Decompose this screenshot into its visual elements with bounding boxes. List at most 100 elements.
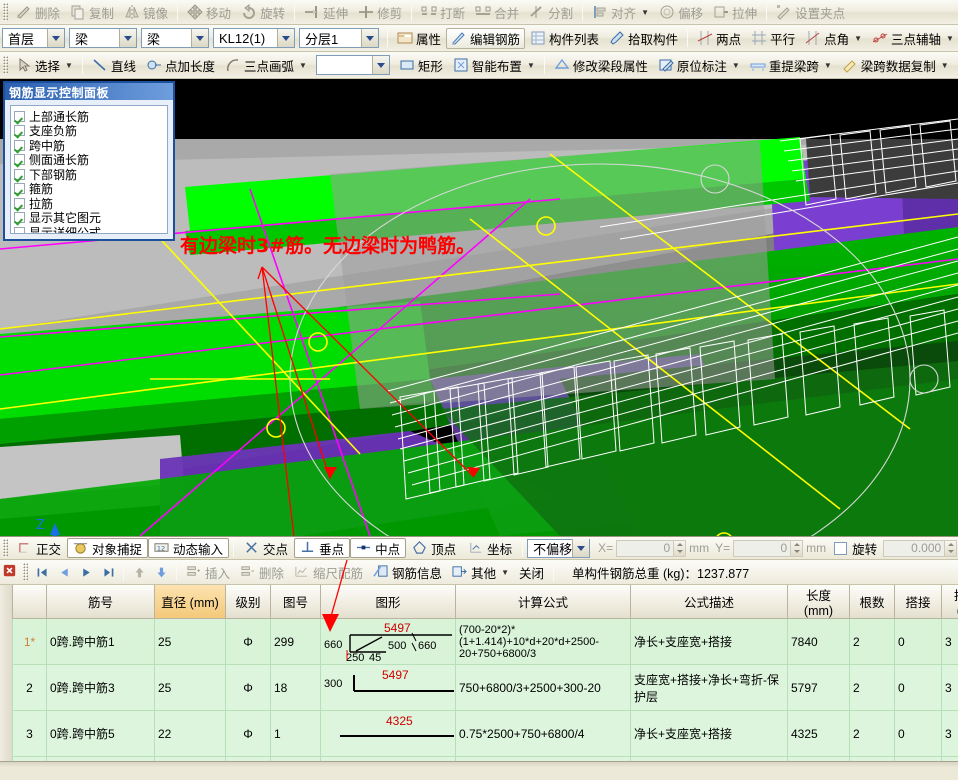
cell-formula[interactable]: 750+6800/3+2500+300-20 — [455, 664, 631, 711]
cell-shape-code[interactable]: 1 — [270, 710, 321, 757]
toolbar-button-rotate[interactable]: 旋转 — [236, 2, 290, 23]
rebar-grid-toolbar[interactable]: 插入 删除 缩尺配筋 钢筋信息 其他 ▼ 关闭 单构件钢筋总重 (kg)：123… — [0, 560, 958, 585]
next-record-button[interactable] — [75, 562, 97, 582]
toolbar-button-set-grip[interactable]: 设置夹点 — [771, 2, 850, 23]
chevron-down-icon[interactable] — [371, 56, 389, 74]
toolbar-button-break[interactable]: 打断 — [416, 2, 470, 23]
grid-button-rebar-info[interactable]: 钢筋信息 — [368, 562, 447, 583]
chevron-down-icon[interactable] — [191, 29, 208, 47]
cell-shape-code[interactable]: 18 — [270, 664, 321, 711]
last-record-button[interactable] — [97, 562, 119, 582]
checkbox-checked-icon[interactable] — [14, 110, 25, 122]
toolbar-button-rectangle[interactable]: 矩形 — [394, 55, 448, 76]
checkbox-item-show-detailed-formula[interactable]: 显示详细公式 — [14, 225, 167, 233]
row-index[interactable]: 1* — [12, 618, 47, 665]
cell-description[interactable]: 净长+支座宽+搭接 — [630, 618, 788, 665]
checkbox-checked-icon[interactable] — [14, 139, 25, 151]
cell-rebar-name[interactable]: 0跨.跨中筋1 — [46, 618, 155, 665]
toolbar-button-line[interactable]: 直线 — [87, 55, 141, 76]
prev-record-button[interactable] — [53, 562, 75, 582]
cell-loss[interactable]: 3 — [941, 618, 958, 665]
cell-diameter[interactable]: 25 — [154, 664, 226, 711]
snap-toggle-perpendicular[interactable]: 垂点 — [294, 538, 351, 558]
grid-button-scaled-rebar[interactable]: 缩尺配筋 — [289, 562, 368, 583]
cell-formula[interactable]: 0.75*2500+750+6800/4 — [455, 710, 631, 757]
gridbar-grip[interactable] — [23, 563, 28, 581]
cell-grade[interactable]: Φ — [225, 664, 271, 711]
cell-length[interactable]: 5797 — [787, 664, 850, 711]
chevron-down-icon[interactable]: ▼ — [641, 8, 649, 17]
cell-description[interactable]: 支座宽+搭接+净长+弯折-保护层 — [630, 664, 788, 711]
chevron-down-icon[interactable]: ▼ — [65, 61, 73, 70]
cell-formula[interactable]: (700-20*2)*(1+1.414)+10*d+20*d+2500-20+7… — [455, 618, 631, 665]
toolbar-button-smart-layout[interactable]: 智能布置 ▼ — [448, 55, 540, 76]
rebar-display-control-panel[interactable]: 钢筋显示控制面板 上部通长筋 支座负筋 跨中筋 侧面通长筋 下部钢筋 箍筋 拉筋… — [3, 81, 175, 241]
toolbar-button-stretch[interactable]: 拉伸 — [708, 2, 762, 23]
column-header-diameter[interactable]: 直径 (mm) — [154, 585, 226, 619]
checkbox-checked-icon[interactable] — [14, 125, 25, 137]
toolbar-button-select[interactable]: 选择 ▼ — [11, 55, 78, 76]
toolbar-button-copy[interactable]: 复制 — [65, 2, 119, 23]
chevron-down-icon[interactable]: ▼ — [941, 61, 949, 70]
table-row[interactable]: 1* 0跨.跨中筋1 25 Φ 299 660 5497 500 660 250… — [12, 618, 958, 665]
column-header-formula[interactable]: 计算公式 — [455, 585, 631, 619]
chevron-down-icon[interactable]: ▼ — [732, 61, 740, 70]
toolbar-button-point-angle[interactable]: 点角 ▼ — [800, 28, 867, 49]
snap-toggle-vertex[interactable]: 顶点 — [406, 538, 462, 558]
toolbar-button-span-data-copy[interactable]: 梁跨数据复制 ▼ — [837, 55, 954, 76]
snap-toggle-dynamic-input[interactable]: 12 动态输入 — [148, 538, 230, 558]
column-header-shape[interactable]: 图形 — [320, 585, 456, 619]
column-header-shape-code[interactable]: 图号 — [270, 585, 321, 619]
grid-button-insert[interactable]: 插入 — [181, 562, 235, 583]
toolbar-button-align[interactable]: 对齐 ▼ — [587, 2, 654, 23]
rebar-data-grid[interactable]: 筋号 直径 (mm) 级别 图号 图形 计算公式 公式描述 长度 (mm) 根数… — [0, 585, 958, 767]
checkbox-checked-icon[interactable] — [14, 154, 25, 166]
chevron-down-icon[interactable] — [572, 539, 590, 557]
rotate-input[interactable]: 0.000 — [883, 539, 946, 557]
toolbar-button-three-point-axis[interactable]: 三点辅轴 ▼ — [867, 28, 958, 49]
panel-checkbox-list[interactable]: 上部通长筋 支座负筋 跨中筋 侧面通长筋 下部钢筋 箍筋 拉筋 显示其它图元 显… — [10, 105, 168, 234]
chevron-down-icon[interactable] — [361, 29, 378, 47]
chevron-down-icon[interactable]: ▼ — [501, 568, 509, 577]
toolbar-button-edit-beam-segment[interactable]: 修改梁段属性 — [549, 55, 653, 76]
checkbox-checked-icon[interactable] — [14, 212, 25, 224]
snap-toggle-ortho[interactable]: 正交 — [11, 538, 67, 558]
cell-lap[interactable]: 0 — [894, 710, 942, 757]
component-name-select[interactable]: KL12(1) — [213, 28, 295, 48]
chevron-down-icon[interactable]: ▼ — [854, 34, 862, 43]
draw-style-select[interactable] — [315, 55, 390, 75]
toolbar-button-arc-3point[interactable]: 三点画弧 ▼ — [220, 55, 312, 76]
toolbar-button-in-place-annotation[interactable]: 原位标注 ▼ — [653, 55, 745, 76]
cell-diameter[interactable]: 22 — [154, 710, 226, 757]
toolbar-button-move[interactable]: 移动 — [182, 2, 236, 23]
x-spinner[interactable] — [674, 539, 687, 557]
snap-toggle-object-snap[interactable]: 对象捕捉 — [67, 538, 149, 558]
snap-toggle-midpoint[interactable]: 中点 — [350, 538, 407, 558]
toolbar-button-extend[interactable]: 延伸 — [299, 2, 353, 23]
cell-lap[interactable]: 0 — [894, 664, 942, 711]
toolbar-button-pick-component[interactable]: 拾取构件 — [604, 28, 683, 49]
checkbox-checked-icon[interactable] — [14, 226, 25, 233]
column-header-index[interactable] — [12, 585, 47, 619]
chevron-down-icon[interactable] — [47, 29, 64, 47]
column-header-lap[interactable]: 搭接 — [894, 585, 942, 619]
component-type-select[interactable]: 梁 — [69, 28, 137, 48]
toolbar-button-two-point[interactable]: 两点 — [692, 28, 746, 49]
first-record-button[interactable] — [31, 562, 53, 582]
column-header-count[interactable]: 根数 — [849, 585, 895, 619]
chevron-down-icon[interactable]: ▼ — [946, 34, 954, 43]
cell-rebar-name[interactable]: 0跨.跨中筋5 — [46, 710, 155, 757]
grid-button-delete[interactable]: 删除 — [235, 562, 289, 583]
chevron-down-icon[interactable]: ▼ — [527, 61, 535, 70]
cell-shape-diagram[interactable]: 660 5497 500 660 250 45 — [320, 618, 456, 665]
cell-description[interactable]: 净长+支座宽+搭接 — [630, 710, 788, 757]
cell-shape-diagram[interactable]: 300 5497 — [320, 664, 456, 711]
horizontal-scrollbar[interactable] — [0, 761, 958, 767]
cell-count[interactable]: 2 — [849, 618, 895, 665]
toolbar-grip[interactable] — [3, 3, 8, 21]
column-header-rebar-name[interactable]: 筋号 — [46, 585, 155, 619]
rotate-spinner[interactable] — [945, 539, 958, 557]
cell-length[interactable]: 7840 — [787, 618, 850, 665]
snap-toggle-intersection[interactable]: 交点 — [238, 538, 294, 558]
snap-toggle-coordinate[interactable]: 坐标 — [462, 538, 518, 558]
